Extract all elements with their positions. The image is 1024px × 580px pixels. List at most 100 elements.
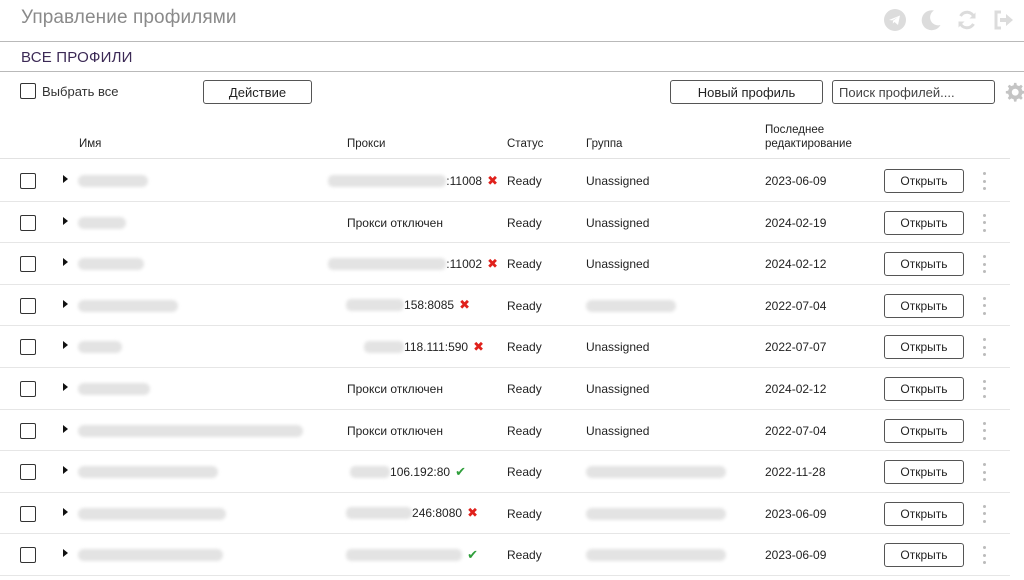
app-title: Управление профилями bbox=[21, 7, 237, 28]
row-checkbox[interactable] bbox=[20, 173, 36, 189]
profile-name-redacted[interactable] bbox=[78, 216, 126, 229]
proxy-host-redacted bbox=[346, 299, 405, 312]
row-checkbox[interactable] bbox=[20, 547, 36, 564]
proxy-text: 118.111:590 bbox=[404, 339, 469, 354]
refresh-icon[interactable] bbox=[954, 8, 980, 32]
logout-icon[interactable] bbox=[990, 8, 1016, 32]
more-options-icon[interactable] bbox=[981, 338, 987, 357]
more-options-icon[interactable] bbox=[981, 296, 987, 315]
more-options-icon[interactable] bbox=[981, 172, 987, 190]
open-profile-button[interactable]: Открыть bbox=[884, 418, 964, 443]
status-text: Ready bbox=[507, 381, 542, 396]
column-header-proxy[interactable]: Прокси bbox=[347, 137, 385, 151]
expand-caret-icon[interactable] bbox=[63, 507, 68, 516]
table-row[interactable]: Прокси отключен Ready Unassigned 2024-02-12… bbox=[0, 368, 1010, 410]
row-checkbox[interactable] bbox=[20, 422, 36, 439]
open-profile-button[interactable]: Открыть bbox=[884, 252, 964, 277]
column-header-group[interactable]: Группа bbox=[586, 137, 622, 151]
profile-name-redacted[interactable] bbox=[78, 507, 226, 520]
profile-name-redacted[interactable] bbox=[78, 466, 218, 479]
group-text: Unassigned bbox=[586, 215, 650, 230]
proxy-host-redacted bbox=[350, 465, 391, 478]
more-options-icon[interactable] bbox=[981, 504, 987, 523]
expand-caret-icon[interactable] bbox=[63, 299, 68, 308]
expand-caret-icon[interactable] bbox=[63, 258, 68, 267]
row-checkbox[interactable] bbox=[20, 256, 36, 273]
open-profile-button[interactable]: Открыть bbox=[884, 376, 964, 401]
proxy-cell: 246:8080 ✖ bbox=[346, 493, 478, 534]
proxy-host-redacted bbox=[346, 548, 463, 561]
proxy-cell: :11002 ✖ bbox=[328, 243, 498, 284]
table-row[interactable]: Прокси отключен Ready Unassigned 2024-02-19… bbox=[0, 202, 1010, 244]
profile-name-redacted[interactable] bbox=[78, 299, 178, 312]
more-options-icon[interactable] bbox=[981, 379, 987, 398]
open-profile-button[interactable]: Открыть bbox=[884, 543, 964, 568]
expand-caret-icon[interactable] bbox=[63, 466, 68, 475]
proxy-cell: 118.111:590 ✖ bbox=[364, 326, 484, 367]
edited-date: 2022-11-28 bbox=[765, 465, 826, 480]
group-redacted bbox=[586, 549, 726, 562]
table-row[interactable]: :11002 ✖ Ready Unassigned 2024-02-12 Открыть bbox=[0, 243, 1010, 285]
edited-date: 2022-07-07 bbox=[765, 340, 827, 355]
open-profile-button[interactable]: Открыть bbox=[884, 293, 964, 318]
more-options-icon[interactable] bbox=[981, 463, 987, 482]
proxy-error-x-icon: ✖ bbox=[473, 338, 484, 354]
open-profile-button[interactable]: Открыть bbox=[884, 501, 964, 526]
expand-caret-icon[interactable] bbox=[63, 216, 68, 225]
profile-name-redacted[interactable] bbox=[78, 424, 303, 437]
row-checkbox[interactable] bbox=[20, 339, 36, 356]
group-text: Unassigned bbox=[586, 174, 650, 188]
expand-caret-icon[interactable] bbox=[63, 341, 68, 350]
table-row[interactable]: :11008 ✖ Ready Unassigned 2023-06-09 Открыть bbox=[0, 160, 1010, 202]
proxy-host-redacted bbox=[364, 340, 405, 353]
group-text: Unassigned bbox=[586, 257, 650, 272]
profile-name-redacted[interactable] bbox=[78, 341, 122, 354]
row-checkbox[interactable] bbox=[20, 380, 36, 397]
status-text: Ready bbox=[507, 465, 542, 480]
group-redacted bbox=[586, 466, 726, 479]
column-header-name[interactable]: Имя bbox=[79, 137, 101, 151]
more-options-icon[interactable] bbox=[981, 255, 987, 274]
open-profile-button[interactable]: Открыть bbox=[884, 335, 964, 360]
table-row[interactable]: 246:8080 ✖ Ready 2023-06-09 Открыть bbox=[0, 493, 1010, 535]
open-profile-button[interactable]: Открыть bbox=[884, 169, 964, 193]
group-text: Unassigned bbox=[586, 423, 650, 438]
row-checkbox[interactable] bbox=[20, 505, 36, 522]
table-row[interactable]: 118.111:590 ✖ Ready Unassigned 2022-07-07 Отк… bbox=[0, 326, 1010, 368]
row-checkbox[interactable] bbox=[20, 464, 36, 481]
expand-caret-icon[interactable] bbox=[63, 549, 68, 558]
select-all-checkbox[interactable]: Выбрать все bbox=[20, 83, 118, 99]
profile-name-redacted[interactable] bbox=[78, 549, 223, 562]
expand-caret-icon[interactable] bbox=[63, 175, 68, 183]
profile-name-redacted[interactable] bbox=[78, 258, 144, 271]
expand-caret-icon[interactable] bbox=[63, 382, 68, 391]
checkbox[interactable] bbox=[20, 83, 36, 99]
more-options-icon[interactable] bbox=[981, 546, 987, 565]
more-options-icon[interactable] bbox=[981, 213, 987, 232]
proxy-cell: ✔ bbox=[346, 534, 478, 575]
gear-icon[interactable] bbox=[1004, 81, 1024, 103]
telegram-icon[interactable] bbox=[882, 8, 908, 32]
open-profile-button[interactable]: Открыть bbox=[884, 210, 964, 235]
table-row[interactable]: 158:8085 ✖ Ready 2022-07-04 Открыть bbox=[0, 285, 1010, 327]
proxy-cell: 158:8085 ✖ bbox=[346, 285, 470, 326]
column-header-status[interactable]: Статус bbox=[507, 137, 543, 151]
status-text: Ready bbox=[507, 340, 542, 355]
row-checkbox[interactable] bbox=[20, 214, 36, 231]
profile-name-redacted[interactable] bbox=[78, 175, 148, 187]
action-button[interactable]: Действие bbox=[203, 80, 312, 104]
more-options-icon[interactable] bbox=[981, 421, 987, 440]
table-row[interactable]: 106.192:80 ✔ Ready 2022-11-28 Открыть bbox=[0, 451, 1010, 493]
search-input[interactable] bbox=[832, 80, 995, 104]
moon-icon[interactable] bbox=[918, 8, 944, 32]
proxy-error-x-icon: ✖ bbox=[467, 505, 478, 521]
expand-caret-icon[interactable] bbox=[63, 424, 68, 433]
profile-name-redacted[interactable] bbox=[78, 382, 150, 395]
table-row[interactable]: ✔ Ready 2023-06-09 Открыть bbox=[0, 534, 1010, 576]
open-profile-button[interactable]: Открыть bbox=[884, 460, 964, 485]
status-text: Ready bbox=[507, 215, 542, 230]
table-row[interactable]: Прокси отключен Ready Unassigned 2022-07-04… bbox=[0, 410, 1010, 452]
row-checkbox[interactable] bbox=[20, 297, 36, 314]
column-header-edited[interactable]: Последнее редактирование bbox=[765, 123, 875, 151]
new-profile-button[interactable]: Новый профиль bbox=[670, 80, 823, 104]
